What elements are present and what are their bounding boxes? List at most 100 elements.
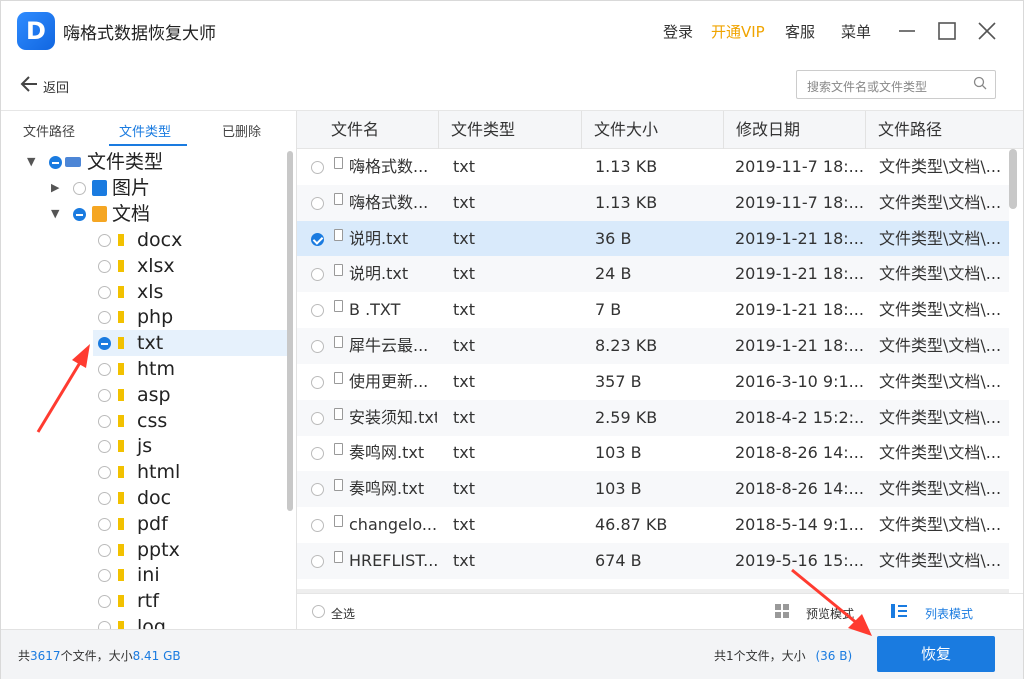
rtf-check[interactable] xyxy=(98,595,111,609)
tree-node-xls[interactable]: xls xyxy=(1,279,287,305)
tree-node-documents[interactable]: ▼ 文档 xyxy=(1,201,287,227)
tree-node-htm[interactable]: htm xyxy=(1,356,287,382)
col-header-type[interactable]: 文件类型 xyxy=(439,111,582,149)
html-check[interactable] xyxy=(98,466,111,480)
images-check[interactable] xyxy=(73,182,86,195)
caret-down-icon[interactable]: ▼ xyxy=(51,201,59,227)
folder-icon xyxy=(118,569,124,582)
table-row[interactable]: B .TXT txt 7 B 2019-1-21 18:... 文件类型\文档\... xyxy=(297,292,1009,328)
htm-check[interactable] xyxy=(98,363,111,376)
tree-node-txt[interactable]: txt xyxy=(93,330,287,357)
row-check[interactable] xyxy=(311,196,324,210)
menu-link[interactable]: 菜单 xyxy=(841,21,871,42)
row-check[interactable] xyxy=(311,375,324,389)
tree-node-js[interactable]: js xyxy=(1,433,287,459)
table-scrollbar[interactable] xyxy=(1009,149,1017,209)
js-check[interactable] xyxy=(98,440,111,454)
file-icon xyxy=(334,264,343,277)
grid-view-icon[interactable] xyxy=(775,604,789,618)
doc-check[interactable] xyxy=(98,492,111,505)
tree-node-php[interactable]: php xyxy=(1,304,287,330)
vip-link[interactable]: 开通VIP xyxy=(711,21,765,42)
tree-node-images[interactable]: ▶ 图片 xyxy=(1,175,287,201)
caret-right-icon[interactable]: ▶ xyxy=(51,175,59,201)
close-icon[interactable] xyxy=(973,17,1001,45)
list-mode-button[interactable]: 列表模式 xyxy=(925,605,973,622)
col-header-path[interactable]: 文件路径 xyxy=(866,111,1023,149)
css-check[interactable] xyxy=(98,414,111,428)
total-size: 8.41 GB xyxy=(132,649,181,663)
back-arrow-icon[interactable] xyxy=(19,74,39,99)
caret-down-icon[interactable]: ▼ xyxy=(27,149,35,175)
back-button[interactable]: 返回 xyxy=(43,77,69,96)
txt-check[interactable] xyxy=(98,337,111,351)
ini-check[interactable] xyxy=(98,569,111,583)
row-check[interactable] xyxy=(311,519,324,532)
documents-check[interactable] xyxy=(73,208,86,221)
xlsx-check[interactable] xyxy=(98,259,111,273)
table-row[interactable]: 犀牛云最... txt 8.23 KB 2019-1-21 18:... 文件类型\文档… xyxy=(297,328,1009,364)
table-row[interactable]: 说明.txt txt 24 B 2019-1-21 18:... 文件类型\文档\... xyxy=(297,256,1009,293)
left-scrollbar[interactable] xyxy=(287,151,293,511)
cell-type: txt xyxy=(453,192,476,212)
search-icon[interactable] xyxy=(973,76,987,90)
asp-check[interactable] xyxy=(98,388,111,402)
col-header-date[interactable]: 修改日期 xyxy=(724,111,866,149)
xls-check[interactable] xyxy=(98,285,111,299)
tree-node-doc[interactable]: doc xyxy=(1,485,287,511)
tree-node-ini[interactable]: ini xyxy=(1,562,287,588)
row-check[interactable] xyxy=(311,268,324,282)
preview-mode-button[interactable]: 预览模式 xyxy=(806,605,854,622)
tree-node-root[interactable]: ▼ 文件类型 xyxy=(1,149,287,175)
tab-file-type[interactable]: 文件类型 xyxy=(119,121,171,140)
tree-node-rtf[interactable]: rtf xyxy=(1,588,287,614)
tab-deleted[interactable]: 已删除 xyxy=(222,121,261,140)
row-check[interactable] xyxy=(311,483,324,497)
table-row[interactable]: 说明.txt txt 36 B 2019-1-21 18:... 文件类型\文档\... xyxy=(297,220,1009,257)
table-row[interactable]: 奏鸣网.txt txt 103 B 2018-8-26 14:... 文件类型\文档\.… xyxy=(297,435,1009,471)
cell-date: 2019-11-7 18:... xyxy=(735,192,863,212)
row-check[interactable] xyxy=(311,447,324,461)
login-link[interactable]: 登录 xyxy=(663,21,693,42)
root-check[interactable] xyxy=(49,156,62,169)
table-row[interactable]: changelo... txt 46.87 KB 2018-5-14 9:1... 文件… xyxy=(297,507,1009,543)
tree-node-xlsx[interactable]: xlsx xyxy=(1,253,287,279)
col-header-size[interactable]: 文件大小 xyxy=(582,111,724,149)
tab-file-path[interactable]: 文件路径 xyxy=(23,121,75,140)
row-check[interactable] xyxy=(311,554,324,568)
tree-node-log[interactable]: log xyxy=(1,614,287,629)
docx-check[interactable] xyxy=(98,234,111,247)
service-link[interactable]: 客服 xyxy=(785,21,815,42)
tree-node-pdf[interactable]: pdf xyxy=(1,511,287,537)
table-row[interactable]: 安装须知.txt txt 2.59 KB 2018-4-2 15:2:... 文件类型\… xyxy=(297,399,1009,436)
table-row[interactable]: 使用更新... txt 357 B 2016-3-10 9:1... 文件类型\文档\.… xyxy=(297,364,1009,400)
minimize-icon[interactable] xyxy=(893,17,921,45)
php-check[interactable] xyxy=(98,311,111,325)
row-check[interactable] xyxy=(311,304,324,318)
pdf-check[interactable] xyxy=(98,517,111,531)
row-check[interactable] xyxy=(311,340,324,353)
tree-node-html[interactable]: html xyxy=(1,459,287,485)
col-header-name[interactable]: 文件名 xyxy=(319,111,439,149)
row-check[interactable] xyxy=(311,161,324,174)
row-check[interactable] xyxy=(311,411,324,425)
recover-button[interactable]: 恢复 xyxy=(877,636,995,672)
list-view-icon[interactable] xyxy=(891,604,907,618)
table-row[interactable]: 奏鸣网.txt txt 103 B 2018-8-26 14:... 文件类型\文档\.… xyxy=(297,471,1009,508)
select-all-check[interactable] xyxy=(312,605,325,618)
tree-node-css[interactable]: css xyxy=(1,408,287,434)
tree-node-docx[interactable]: docx xyxy=(1,227,287,253)
tree-node-pptx[interactable]: pptx xyxy=(1,537,287,563)
table-row[interactable]: HREFLIST... txt 674 B 2019-5-16 15:... 文件类型\… xyxy=(297,542,1009,579)
tree-label-ext: xlsx xyxy=(137,254,175,277)
pptx-check[interactable] xyxy=(98,543,111,557)
search-input[interactable]: 搜索文件名或文件类型 xyxy=(796,70,996,99)
log-check[interactable] xyxy=(98,621,111,629)
select-all-label[interactable]: 全选 xyxy=(331,605,355,622)
row-check[interactable] xyxy=(311,232,324,246)
maximize-icon[interactable] xyxy=(933,17,961,45)
table-row[interactable]: 嗨格式数... txt 1.13 KB 2019-11-7 18:... 文件类型\文档… xyxy=(297,184,1009,221)
table-row[interactable]: 嗨格式数... txt 1.13 KB 2019-11-7 18:... 文件类型\文档… xyxy=(297,149,1009,185)
tree-label-ext: htm xyxy=(137,358,175,380)
tree-node-asp[interactable]: asp xyxy=(1,382,287,408)
